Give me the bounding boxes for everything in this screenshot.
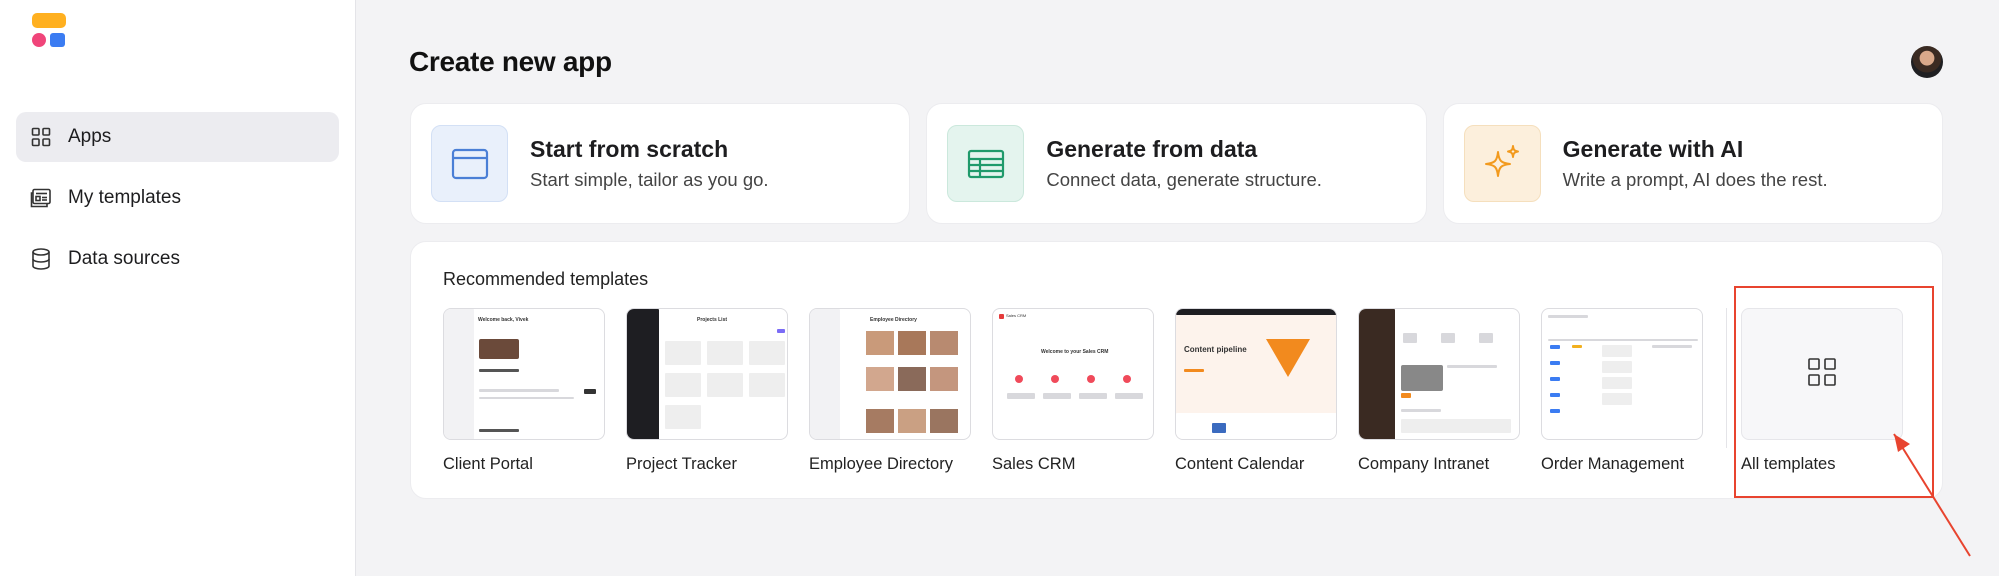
template-card-sales-crm[interactable]: Sales CRM Welcome to your Sales CRM Sale… xyxy=(992,308,1154,474)
template-thumbnail: Sales CRM Welcome to your Sales CRM xyxy=(992,308,1154,440)
page-title: Create new app xyxy=(409,46,612,77)
thumb-text: Welcome back, Vivek xyxy=(478,317,529,323)
sidebar: Apps My templates Data sources xyxy=(0,0,356,576)
template-card-company-intranet[interactable]: Company Intranet xyxy=(1358,308,1520,474)
sidebar-item-label: Data sources xyxy=(68,248,180,269)
all-templates-card[interactable]: All templates xyxy=(1741,308,1903,474)
templates-divider xyxy=(1726,308,1727,448)
section-title: Recommended templates xyxy=(443,269,649,289)
avatar[interactable] xyxy=(1911,46,1943,78)
card-subtitle: Start simple, tailor as you go. xyxy=(530,169,769,190)
grid-icon xyxy=(30,126,52,148)
sidebar-item-my-templates[interactable]: My templates xyxy=(16,173,339,223)
logo-square xyxy=(50,33,65,47)
template-thumbnail xyxy=(1358,308,1520,440)
sparkle-icon xyxy=(1463,125,1541,202)
grid-icon xyxy=(1807,357,1837,392)
thumb-text: Employee Directory xyxy=(870,317,917,323)
template-thumbnail: Welcome back, Vivek xyxy=(443,308,605,440)
all-templates-thumbnail xyxy=(1741,308,1903,440)
sidebar-item-label: Apps xyxy=(68,126,112,147)
template-card-project-tracker[interactable]: Projects List Project Tracker xyxy=(626,308,788,474)
card-subtitle: Connect data, generate structure. xyxy=(1046,169,1322,190)
thumb-text: Welcome to your Sales CRM xyxy=(1041,349,1109,355)
sidebar-item-label: My templates xyxy=(68,187,181,208)
template-card-content-calendar[interactable]: Content pipeline Content Calendar xyxy=(1175,308,1337,474)
card-subtitle: Write a prompt, AI does the rest. xyxy=(1562,169,1828,190)
card-title: Start from scratch xyxy=(530,136,729,162)
sidebar-nav: Apps My templates Data sources xyxy=(16,112,339,295)
template-thumbnail xyxy=(1541,308,1703,440)
thumb-text: Sales CRM xyxy=(1006,313,1027,318)
generate-from-data-card[interactable]: Generate from data Connect data, generat… xyxy=(926,103,1427,224)
recommended-templates-panel: Recommended templates Welcome back, Vive… xyxy=(410,241,1943,499)
template-thumbnail: Projects List xyxy=(626,308,788,440)
template-name: Content Calendar xyxy=(1175,455,1305,473)
sidebar-item-apps[interactable]: Apps xyxy=(16,112,339,162)
card-title: Generate with AI xyxy=(1562,136,1744,162)
template-name: Employee Directory xyxy=(809,455,953,473)
template-name: Company Intranet xyxy=(1358,455,1490,473)
start-from-scratch-card[interactable]: Start from scratch Start simple, tailor … xyxy=(410,103,911,224)
app-logo[interactable] xyxy=(32,13,68,47)
window-icon xyxy=(431,125,508,202)
thumb-text: Projects List xyxy=(697,317,728,323)
template-thumbnail: Content pipeline xyxy=(1175,308,1337,440)
main-content: Create new app Start from scratch Start … xyxy=(357,0,1999,576)
create-options: Start from scratch Start simple, tailor … xyxy=(410,103,1943,224)
template-card-employee-directory[interactable]: Employee Directory Employee Directory xyxy=(809,308,971,474)
sidebar-item-data-sources[interactable]: Data sources xyxy=(16,234,339,284)
card-title: Generate from data xyxy=(1046,136,1258,162)
template-thumbnail: Employee Directory xyxy=(809,308,971,440)
template-card-order-management[interactable]: Order Management xyxy=(1541,308,1703,474)
table-icon xyxy=(947,125,1025,202)
template-card-client-portal[interactable]: Welcome back, Vivek Client Portal xyxy=(443,308,605,474)
database-icon xyxy=(30,248,52,270)
generate-with-ai-card[interactable]: Generate with AI Write a prompt, AI does… xyxy=(1442,103,1943,224)
template-name: Project Tracker xyxy=(626,455,737,473)
template-name: Order Management xyxy=(1541,455,1685,473)
templates-icon xyxy=(30,187,52,209)
logo-bar xyxy=(32,13,66,28)
template-name: Client Portal xyxy=(443,455,533,473)
template-name: Sales CRM xyxy=(992,455,1076,473)
logo-dot xyxy=(32,33,46,47)
thumb-text: Content pipeline xyxy=(1184,345,1247,354)
all-templates-label: All templates xyxy=(1741,455,1836,473)
